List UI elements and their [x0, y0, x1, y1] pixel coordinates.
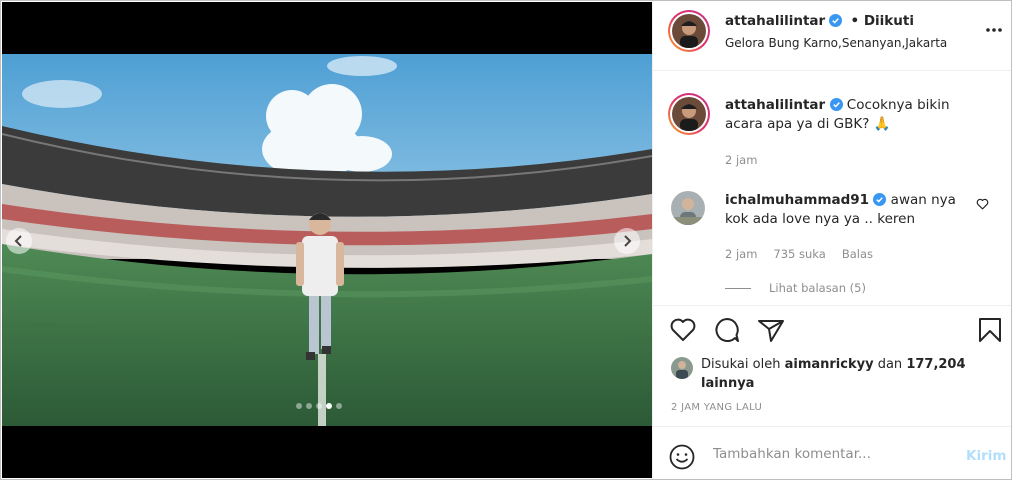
- avatar-image: [671, 357, 693, 379]
- post-timestamp[interactable]: 2 JAM YANG LALU: [671, 402, 762, 413]
- comment-input[interactable]: [713, 440, 953, 468]
- carousel-dot: [306, 403, 312, 409]
- author-line: attahalilintar • Diikuti: [725, 13, 914, 29]
- verified-badge-icon: [829, 14, 843, 27]
- author-username[interactable]: attahalilintar: [725, 13, 825, 29]
- commenter-avatar[interactable]: [671, 191, 705, 225]
- carousel-dot: [296, 403, 302, 409]
- carousel-dot: [336, 403, 342, 409]
- comment-time: 2 jam: [725, 247, 758, 261]
- more-horizontal-icon: [986, 28, 1002, 32]
- location-link[interactable]: Gelora Bung Karno,Senanyan,Jakarta: [725, 36, 947, 50]
- likes-joiner: dan: [877, 357, 903, 372]
- reply-button[interactable]: Balas: [842, 247, 873, 261]
- more-options-button[interactable]: [986, 21, 1002, 36]
- chevron-right-icon: [624, 235, 632, 247]
- view-replies-button[interactable]: Lihat balasan (5): [725, 281, 866, 295]
- likes-prefix: Disukai oleh: [701, 357, 781, 372]
- caption: attahalilintar Cocoknya bikin acara apa …: [725, 96, 987, 134]
- emoji-button[interactable]: [669, 444, 695, 474]
- comment-bubble-icon: [715, 318, 739, 342]
- follow-status-button[interactable]: • Diikuti: [850, 13, 913, 29]
- heart-outline-icon: [976, 198, 989, 210]
- caption-time: 2 jam: [725, 153, 758, 167]
- like-button[interactable]: [669, 317, 697, 347]
- avatar-image: [672, 14, 706, 48]
- comment-button[interactable]: [713, 317, 741, 347]
- bookmark-icon: [979, 318, 1001, 342]
- comments-section: attahalilintar Cocoknya bikin acara apa …: [653, 72, 1011, 306]
- post-photo: [2, 54, 652, 426]
- verified-badge-icon: [873, 193, 887, 206]
- post-header: attahalilintar • Diikuti Gelora Bung Kar…: [653, 1, 1011, 71]
- share-button[interactable]: [757, 317, 785, 347]
- post-comment-button[interactable]: Kirim: [966, 448, 1006, 464]
- likes-text: Disukai oleh aimanrickyy dan 177,204 lai…: [701, 355, 1001, 393]
- caption-username[interactable]: attahalilintar: [725, 97, 825, 113]
- previous-photo-button[interactable]: [6, 228, 32, 254]
- save-button[interactable]: [978, 317, 1002, 347]
- liker-username[interactable]: aimanrickyy: [785, 357, 874, 372]
- caption-author-avatar[interactable]: [668, 93, 710, 135]
- replies-divider: [725, 287, 751, 289]
- carousel-dot-active: [326, 403, 332, 409]
- heart-outline-icon: [670, 318, 696, 341]
- add-comment-bar: Kirim: [653, 426, 1011, 479]
- comment: ichalmuhammad91 awan nya kok ada love ny…: [725, 191, 970, 229]
- avatar-image: [672, 97, 706, 131]
- comment-username[interactable]: ichalmuhammad91: [725, 192, 869, 208]
- comment-like-count[interactable]: 735 suka: [773, 247, 825, 261]
- liker-avatar[interactable]: [671, 357, 693, 379]
- chevron-left-icon: [14, 235, 22, 247]
- like-comment-button[interactable]: [976, 198, 989, 214]
- verified-badge-icon: [829, 98, 843, 111]
- emoji-smile-icon: [669, 444, 695, 470]
- author-avatar[interactable]: [668, 10, 710, 52]
- post-details-panel: attahalilintar • Diikuti Gelora Bung Kar…: [652, 1, 1011, 479]
- comment-meta: 2 jam 735 suka Balas: [725, 247, 873, 261]
- carousel-indicator: [296, 403, 342, 409]
- view-replies-label: Lihat balasan (5): [769, 281, 866, 295]
- next-photo-button[interactable]: [614, 228, 640, 254]
- paper-plane-icon: [758, 320, 784, 342]
- action-bar: [653, 317, 1011, 349]
- media-panel: [2, 2, 652, 478]
- carousel-dot: [316, 403, 322, 409]
- avatar-image: [671, 191, 705, 225]
